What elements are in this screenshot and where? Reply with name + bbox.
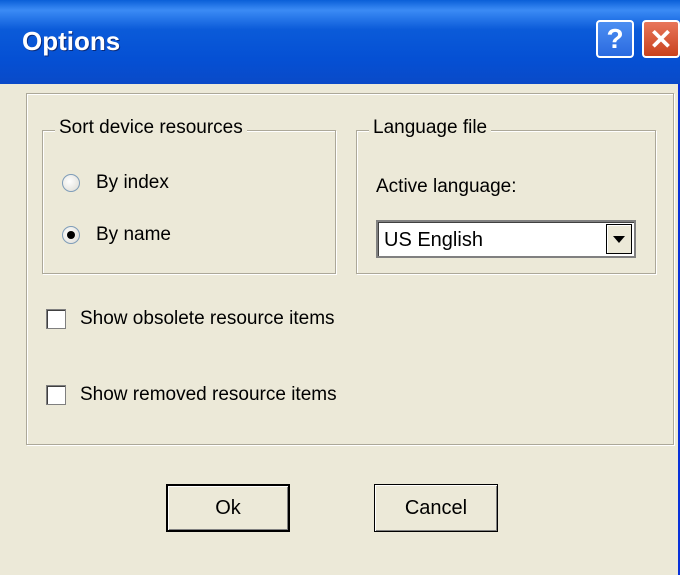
ok-button[interactable]: Ok — [166, 484, 290, 532]
radio-by-name-button[interactable] — [62, 226, 80, 244]
close-button[interactable]: ✕ — [642, 20, 680, 58]
language-select-value: US English — [384, 229, 483, 251]
show-removed-checkbox-row[interactable]: Show removed resource items — [46, 384, 337, 406]
radio-by-index[interactable]: By index — [62, 172, 169, 194]
show-removed-checkbox[interactable] — [46, 385, 66, 405]
cancel-button[interactable]: Cancel — [374, 484, 498, 532]
show-obsolete-label[interactable]: Show obsolete resource items — [80, 308, 335, 330]
language-group-legend: Language file — [369, 117, 492, 139]
radio-by-name-label[interactable]: By name — [96, 224, 171, 246]
help-icon: ? — [606, 23, 624, 54]
language-select[interactable]: US English — [376, 220, 636, 258]
title-bar[interactable]: Options ? ✕ — [0, 0, 680, 84]
window-title: Options — [22, 26, 121, 56]
show-obsolete-checkbox-row[interactable]: Show obsolete resource items — [46, 308, 335, 330]
radio-by-name[interactable]: By name — [62, 224, 171, 246]
help-button[interactable]: ? — [596, 20, 634, 58]
sort-group-legend: Sort device resources — [55, 117, 247, 139]
radio-by-index-button[interactable] — [62, 174, 80, 192]
show-obsolete-checkbox[interactable] — [46, 309, 66, 329]
chevron-down-icon[interactable] — [606, 224, 632, 254]
sort-device-resources-group: Sort device resources — [42, 117, 336, 274]
options-dialog: Options ? ✕ Sort device resources By ind… — [0, 0, 680, 575]
radio-by-index-label[interactable]: By index — [96, 172, 169, 194]
close-icon: ✕ — [649, 23, 673, 55]
active-language-label: Active language: — [376, 176, 517, 197]
show-removed-label[interactable]: Show removed resource items — [80, 384, 337, 406]
